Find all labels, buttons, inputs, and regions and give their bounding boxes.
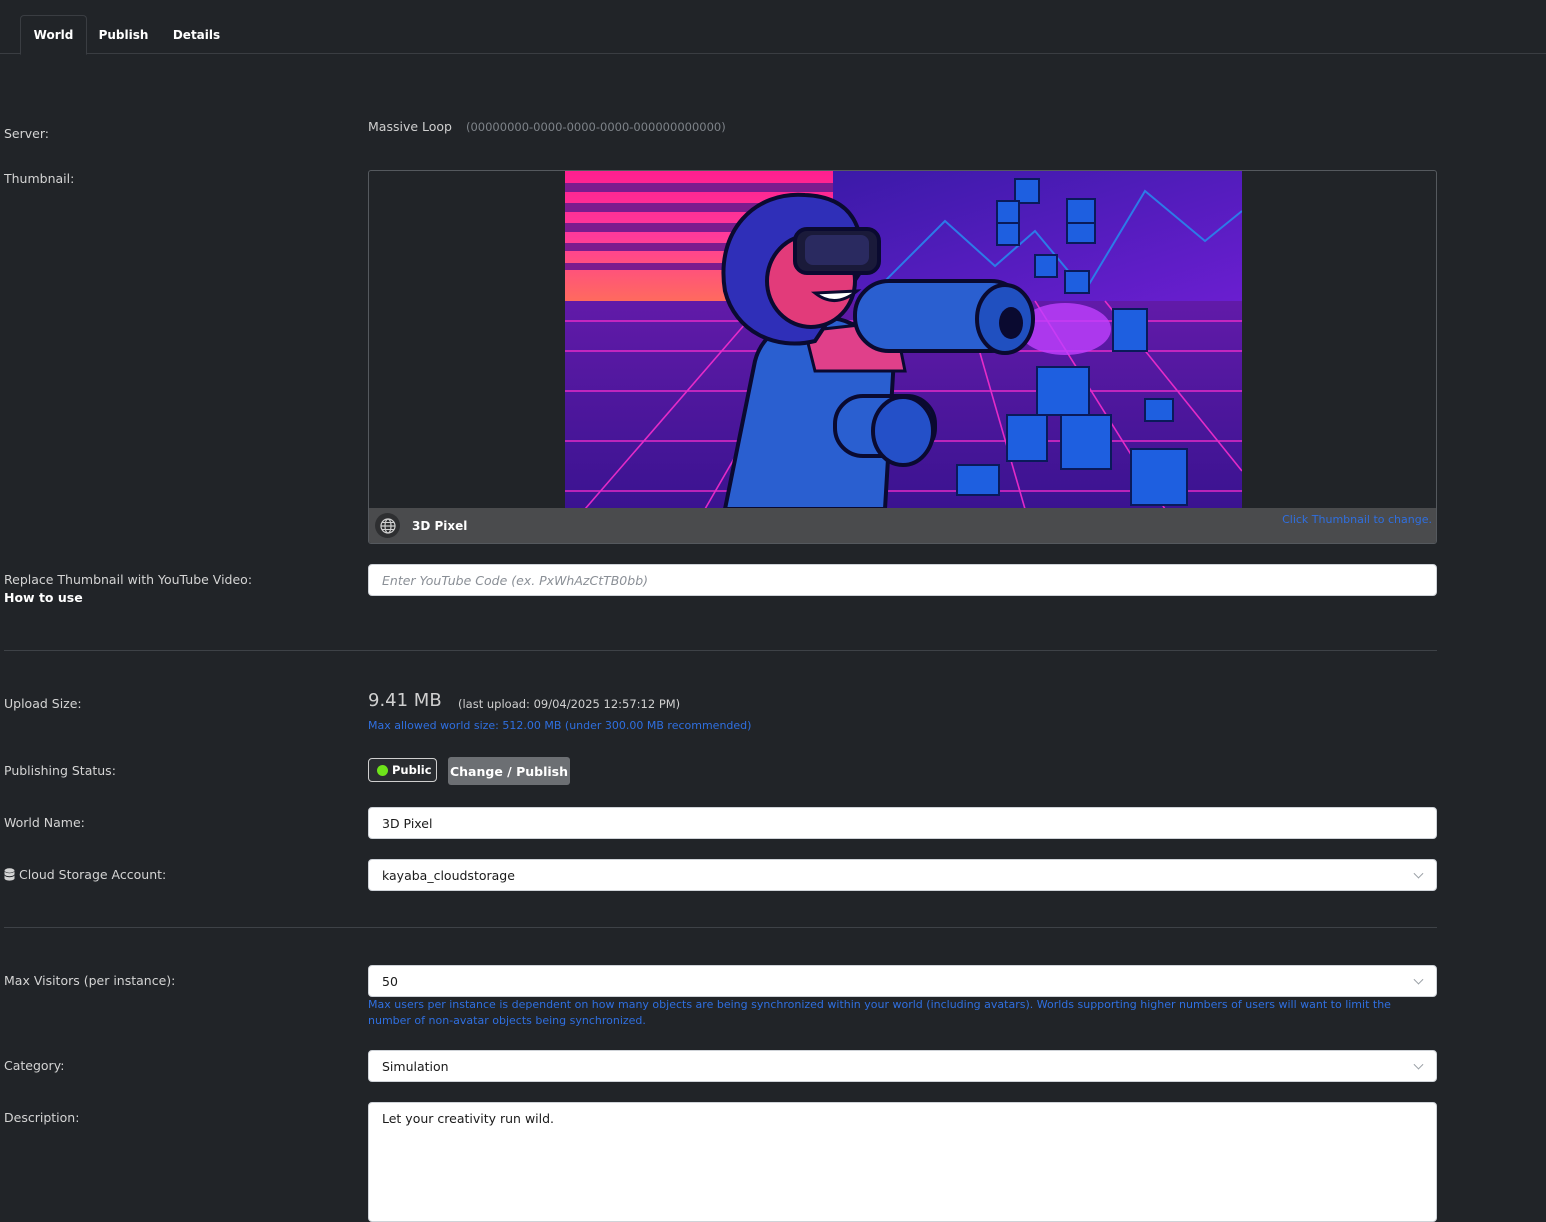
database-icon xyxy=(4,868,15,881)
upload-size-label: Upload Size: xyxy=(4,696,82,711)
thumbnail-hint: Click Thumbnail to change. xyxy=(1282,513,1432,526)
youtube-label: Replace Thumbnail with YouTube Video: xyxy=(4,572,253,587)
cloud-storage-value: kayaba_cloudstorage xyxy=(382,867,515,883)
server-label: Server: xyxy=(4,126,49,141)
tab-world[interactable]: World xyxy=(20,15,87,55)
thumbnail-frame[interactable]: 3D Pixel Click Thumbnail to change. xyxy=(368,170,1437,544)
how-to-use-link[interactable]: How to use xyxy=(4,590,83,605)
tab-publish-label: Publish xyxy=(98,27,149,42)
thumbnail-footer: 3D Pixel Click Thumbnail to change. xyxy=(369,508,1436,543)
cloud-storage-select[interactable]: kayaba_cloudstorage xyxy=(368,859,1437,891)
category-select[interactable]: Simulation xyxy=(368,1050,1437,1082)
status-dot-icon xyxy=(377,764,388,776)
category-value: Simulation xyxy=(382,1058,449,1074)
server-name: Massive Loop xyxy=(368,119,452,134)
status-text: Public xyxy=(392,763,432,777)
max-size-note: Max allowed world size: 512.00 MB (under… xyxy=(368,719,752,732)
youtube-code-input[interactable]: Enter YouTube Code (ex. PxWhAzCtTB0bb) xyxy=(368,564,1437,596)
tab-details[interactable]: Details xyxy=(164,15,229,54)
thumbnail-image[interactable] xyxy=(565,171,1242,509)
category-label: Category: xyxy=(4,1058,65,1073)
section-divider xyxy=(4,650,1437,651)
tab-bar: World Publish Details xyxy=(0,0,1546,55)
world-name-input[interactable]: 3D Pixel xyxy=(368,807,1437,839)
globe-icon xyxy=(375,513,400,538)
max-visitors-label: Max Visitors (per instance): xyxy=(4,973,176,988)
tab-world-label: World xyxy=(33,28,74,42)
cloud-storage-label-row: Cloud Storage Account: xyxy=(4,867,166,882)
thumbnail-world-title: 3D Pixel xyxy=(412,519,468,533)
tab-publish[interactable]: Publish xyxy=(91,15,156,54)
world-name-label: World Name: xyxy=(4,815,85,830)
status-badge: Public xyxy=(368,758,437,782)
cloud-storage-label: Cloud Storage Account: xyxy=(19,867,167,882)
thumbnail-label: Thumbnail: xyxy=(4,171,75,186)
upload-size-value: 9.41 MB xyxy=(368,690,442,711)
server-id: (00000000-0000-0000-0000-000000000000) xyxy=(466,120,726,134)
max-visitors-help: Max users per instance is dependent on h… xyxy=(368,998,1391,1027)
chevron-down-icon xyxy=(1413,868,1424,879)
publishing-status-label: Publishing Status: xyxy=(4,763,116,778)
last-upload: (last upload: 09/04/2025 12:57:12 PM) xyxy=(458,697,681,711)
section-divider-2 xyxy=(4,927,1437,928)
max-visitors-select[interactable]: 50 xyxy=(368,965,1437,997)
chevron-down-icon xyxy=(1413,1059,1424,1070)
tab-details-label: Details xyxy=(172,27,221,42)
max-visitors-value: 50 xyxy=(382,973,398,989)
change-publish-button[interactable]: Change / Publish xyxy=(448,757,570,785)
description-textarea[interactable]: Let your creativity run wild. xyxy=(368,1102,1437,1222)
chevron-down-icon xyxy=(1413,974,1424,985)
description-label: Description: xyxy=(4,1110,80,1125)
